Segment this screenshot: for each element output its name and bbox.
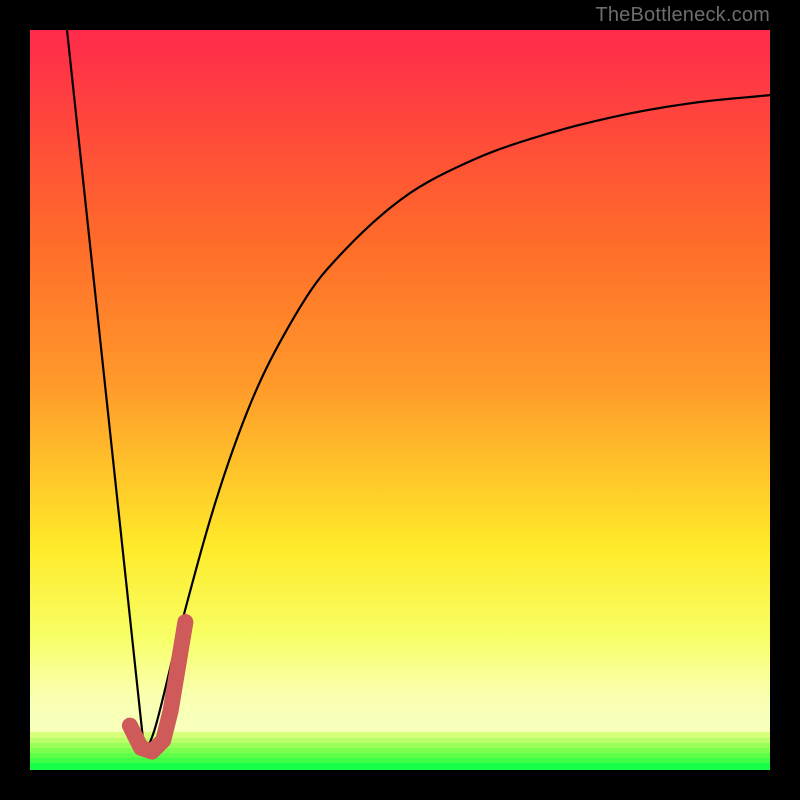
gradient-background [30,30,770,770]
chart-frame: TheBottleneck.com [0,0,800,800]
plot-area [30,30,770,770]
chart-svg [30,30,770,770]
watermark-text: TheBottleneck.com [595,4,770,27]
